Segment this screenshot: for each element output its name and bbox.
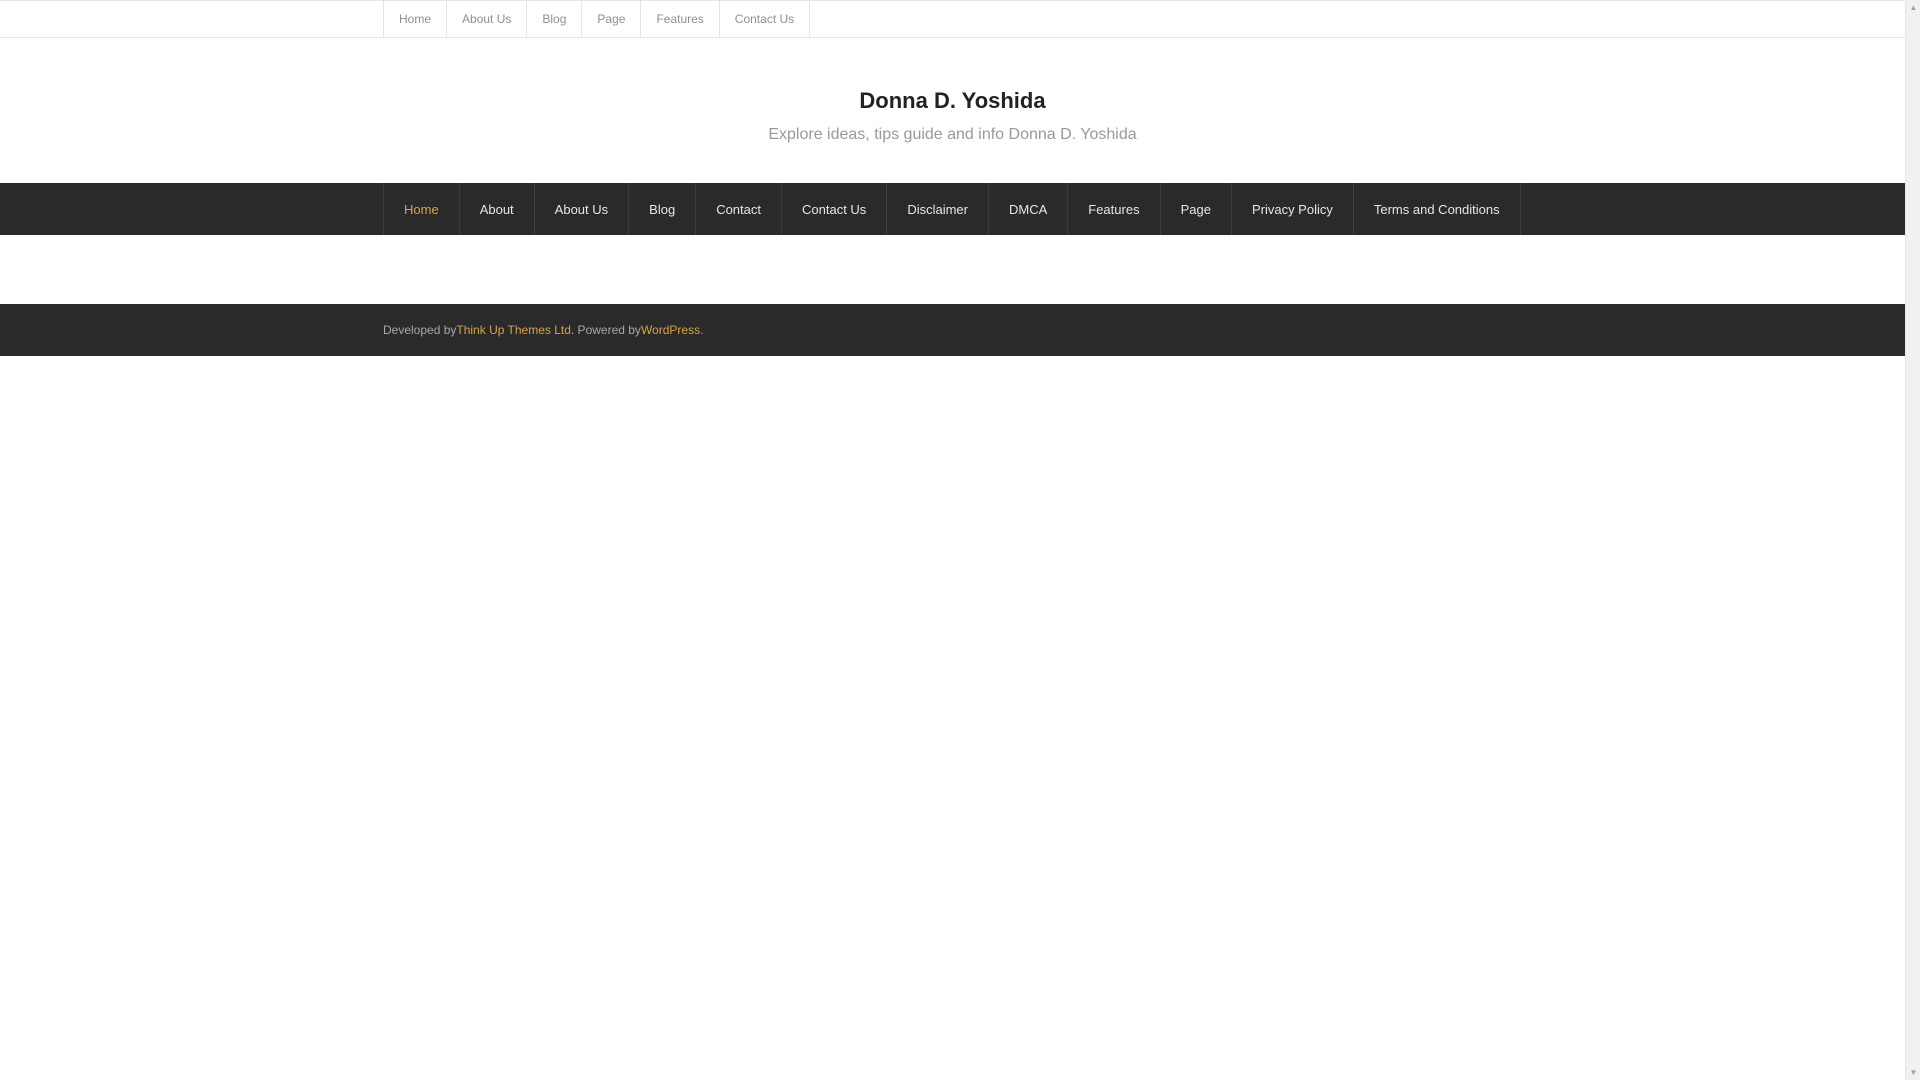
page: Home About Us Blog Page Features Contact… — [0, 0, 1905, 1080]
main-menu-item-page[interactable]: Page — [1161, 183, 1232, 235]
top-menu-item-home[interactable]: Home — [384, 1, 448, 37]
footer-wordpress-link[interactable]: WordPress — [641, 323, 700, 337]
main-menu-item-about[interactable]: About — [460, 183, 535, 235]
main-menu: Home About About Us Blog Contact Contact… — [0, 183, 1905, 235]
main-menu-item-disclaimer[interactable]: Disclaimer — [887, 183, 989, 235]
footer: Developed by Think Up Themes Ltd . Power… — [0, 304, 1905, 356]
main-menu-item-home[interactable]: Home — [384, 183, 460, 235]
main-menu-item-about-us[interactable]: About Us — [535, 183, 630, 235]
footer-end-text: . — [700, 323, 704, 337]
triangle-down-icon[interactable]: ▼ — [1906, 1065, 1920, 1080]
site-title[interactable]: Donna D. Yoshida — [0, 88, 1905, 114]
main-menu-item-dmca[interactable]: DMCA — [989, 183, 1069, 235]
top-menu-item-contact-us[interactable]: Contact Us — [720, 1, 811, 37]
main-menu-item-contact[interactable]: Contact — [696, 183, 782, 235]
main-menu-list: Home About About Us Blog Contact Contact… — [383, 183, 1521, 235]
footer-developed-by-text: Developed by — [383, 323, 457, 337]
triangle-up-icon[interactable]: ▲ — [1906, 0, 1920, 15]
main-menu-item-terms-and-conditions[interactable]: Terms and Conditions — [1354, 183, 1521, 235]
main-menu-item-privacy-policy[interactable]: Privacy Policy — [1232, 183, 1354, 235]
top-menu-item-features[interactable]: Features — [641, 1, 720, 37]
site-tagline: Explore ideas, tips guide and info Donna… — [768, 126, 1137, 143]
main-menu-item-blog[interactable]: Blog — [629, 183, 697, 235]
top-menu-item-blog[interactable]: Blog — [527, 1, 583, 37]
top-menu-item-about-us[interactable]: About Us — [447, 1, 528, 37]
top-menu: Home About Us Blog Page Features Contact… — [0, 0, 1905, 38]
footer-developer-link[interactable]: Think Up Themes Ltd — [456, 323, 571, 337]
main-menu-item-features[interactable]: Features — [1068, 183, 1161, 235]
footer-powered-by-text: . Powered by — [570, 323, 641, 337]
vertical-scrollbar[interactable]: ▲ ▼ — [1905, 0, 1920, 1080]
top-menu-item-page[interactable]: Page — [582, 1, 642, 37]
top-menu-list: Home About Us Blog Page Features Contact… — [383, 1, 811, 37]
footer-credits: Developed by Think Up Themes Ltd . Power… — [383, 304, 703, 356]
main-menu-item-contact-us[interactable]: Contact Us — [782, 183, 888, 235]
